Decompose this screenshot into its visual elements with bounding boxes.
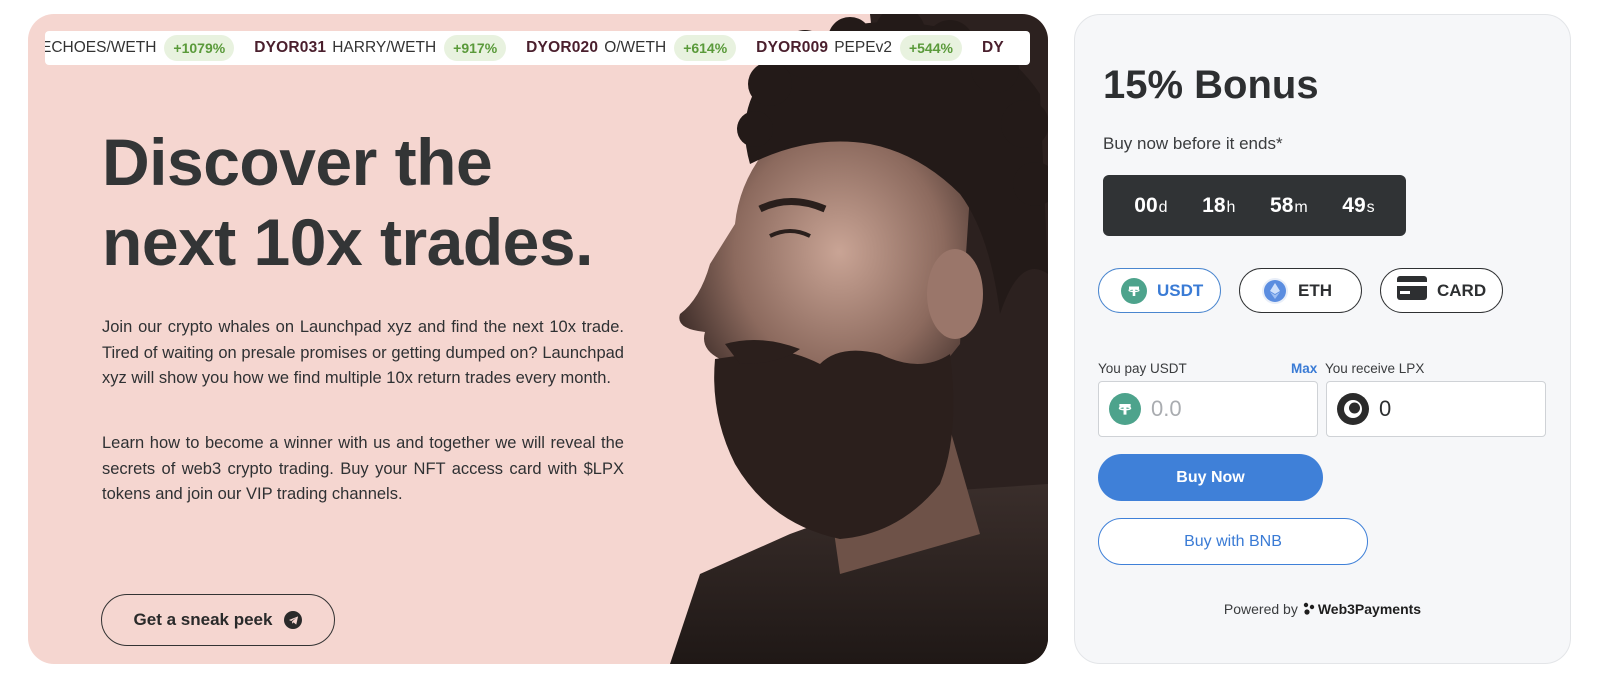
ticker-code: DYOR020: [526, 39, 599, 56]
ticker-pair: PEPEv2: [834, 39, 892, 56]
tether-icon: [1121, 277, 1147, 304]
buy-now-button[interactable]: Buy Now: [1098, 454, 1323, 501]
ticker-item[interactable]: DYOR009 PEPEv2 +544%: [756, 35, 962, 61]
web3payments-label: Web3Payments: [1317, 601, 1422, 617]
telegram-icon: [284, 611, 303, 629]
tab-card[interactable]: CARD: [1380, 268, 1503, 313]
sneak-peek-button[interactable]: Get a sneak peek: [101, 594, 335, 646]
hero-paragraph-1: Join our crypto whales on Launchpad xyz …: [102, 318, 624, 387]
ticker-gain-badge: +544%: [899, 35, 962, 61]
receive-amount-field: [1326, 381, 1546, 437]
pay-amount-field: [1098, 381, 1318, 437]
ticker-pair: O/WETH: [604, 39, 667, 56]
tether-icon: [1109, 393, 1141, 425]
ticker-gain-badge: +614%: [674, 35, 737, 61]
countdown-days: 00 d: [1134, 193, 1168, 217]
ticker-item[interactable]: ECHOES/WETH +1079%: [45, 35, 235, 61]
receive-amount-input[interactable]: [1379, 396, 1529, 422]
presale-widget: 15% Bonus Buy now before it ends* 00 d 18…: [1074, 14, 1571, 664]
ticker-code: DYOR009: [756, 39, 829, 56]
countdown-seconds: 49 s: [1342, 193, 1375, 217]
ticker-item[interactable]: DYOR020 O/WETH +614%: [526, 35, 737, 61]
ethereum-icon: [1262, 277, 1288, 304]
tab-usdt-label: USDT: [1157, 280, 1204, 300]
countdown-minutes: 58 m: [1270, 193, 1308, 217]
powered-by: Powered by Web3Payments: [1075, 601, 1570, 617]
lpx-token-icon: [1337, 393, 1369, 425]
headline-line-2: next 10x trades.: [102, 205, 593, 279]
web3payments-link[interactable]: Web3Payments: [1303, 601, 1421, 617]
tab-usdt[interactable]: USDT: [1098, 268, 1221, 313]
bonus-subtitle: Buy now before it ends*: [1103, 134, 1283, 153]
countdown-timer: 00 d 18 h 58 m 49 s: [1103, 175, 1406, 236]
hero-headline: Discover the next 10x trades.: [102, 122, 662, 282]
ticker-item[interactable]: DYOR031 HARRY/WETH +917%: [254, 35, 507, 61]
hero-section: ECHOES/WETH +1079% DYOR031 HARRY/WETH +917% D…: [28, 14, 1048, 664]
tab-eth-label: ETH: [1298, 280, 1332, 300]
payment-method-tabs: USDT ETH CARD: [1098, 268, 1503, 313]
ticker-code: DYOR031: [254, 39, 327, 56]
headline-line-1: Discover the: [102, 125, 493, 199]
receive-label: You receive LPX: [1325, 361, 1425, 376]
sneak-peek-label: Get a sneak peek: [133, 610, 273, 629]
price-ticker: ECHOES/WETH +1079% DYOR031 HARRY/WETH +917% D…: [45, 31, 1030, 65]
web3payments-logo-icon: [1303, 602, 1315, 615]
bonus-title: 15% Bonus: [1103, 63, 1319, 107]
ticker-item[interactable]: DY: [982, 39, 1010, 57]
man-portrait-image: [640, 14, 1048, 664]
ticker-pair: ECHOES/WETH: [45, 39, 157, 56]
ticker-gain-badge: +917%: [444, 35, 507, 61]
pay-label: You pay USDT: [1098, 361, 1187, 376]
ticker-gain-badge: +1079%: [164, 35, 235, 61]
powered-by-label: Powered by: [1223, 601, 1298, 617]
countdown-hours: 18 h: [1202, 193, 1236, 217]
ticker-pair: HARRY/WETH: [332, 39, 437, 56]
buy-with-bnb-button[interactable]: Buy with BNB: [1098, 518, 1368, 565]
pay-amount-input[interactable]: [1151, 396, 1301, 422]
hero-paragraph-2: Learn how to become a winner with us and…: [102, 434, 624, 503]
max-button[interactable]: Max: [1291, 361, 1317, 376]
tab-eth[interactable]: ETH: [1239, 268, 1362, 313]
ticker-code: DY: [981, 39, 1004, 56]
tab-card-label: CARD: [1437, 280, 1487, 300]
credit-card-icon: [1397, 276, 1427, 305]
